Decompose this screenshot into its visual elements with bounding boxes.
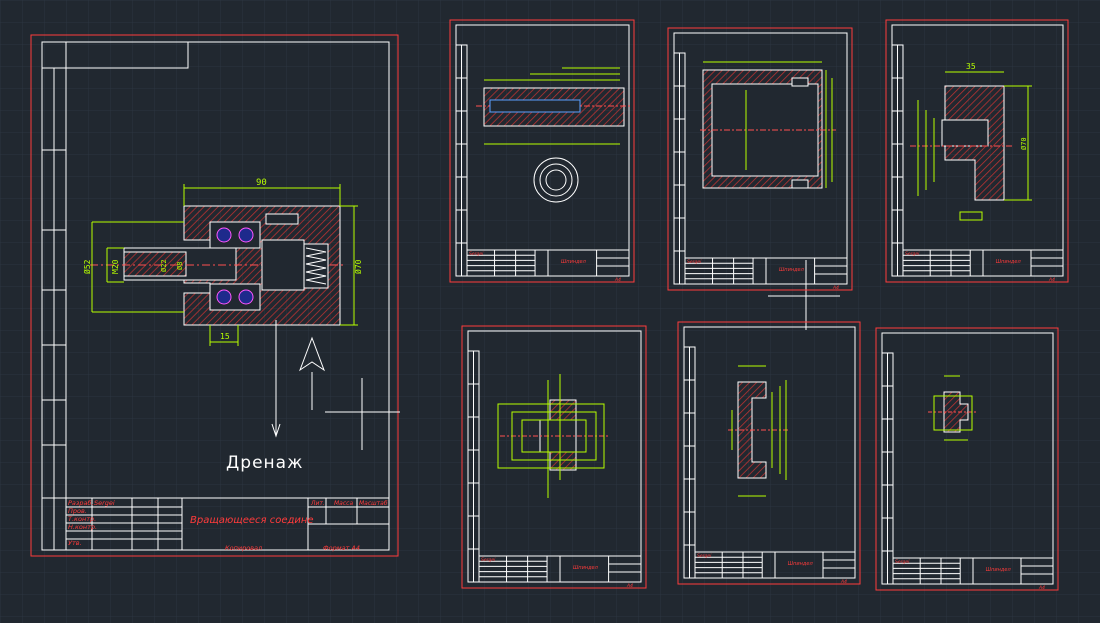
detail-developer: Sergei [687, 259, 702, 265]
spring [303, 243, 329, 289]
cad-viewport[interactable]: Разраб. Пров. Т.контр. Н.контр. Утв. Ser… [0, 0, 1100, 623]
detail-format: А4 [840, 579, 847, 585]
role-label: Разраб. [68, 499, 94, 507]
detail-developer: Sergei [469, 251, 484, 257]
column-head: Лит. [310, 500, 325, 507]
detail-title: Шпиндел [573, 565, 599, 571]
detail-title: Шпиндел [779, 267, 805, 273]
detail-format: А4 [614, 277, 621, 283]
drain-label: Дренаж [226, 453, 303, 473]
detail-title: Шпиндел [788, 561, 814, 567]
detail-developer: Sergei [895, 559, 910, 565]
detail-title: Шпиндел [986, 567, 1012, 573]
drawing-designation: Вращающееся соедине [190, 515, 314, 526]
dim-m20: M20 [111, 259, 120, 274]
role-label: Н.контр. [68, 523, 97, 531]
detail-developer: Sergei [481, 557, 496, 563]
detail-developer: Sergei [697, 553, 712, 559]
column-head: Масса [334, 500, 353, 507]
dim-w15: 15 [220, 332, 230, 341]
detail-housing [700, 61, 836, 189]
dim-d8: Ø8 [176, 262, 184, 270]
role-label: Пров. [68, 507, 87, 515]
format-label: Формат А4 [323, 544, 360, 552]
column-head: Масштаб [359, 500, 388, 507]
detail-title: Шпиндел [996, 259, 1022, 265]
dim-d52: Ø52 [82, 259, 92, 274]
detail-title: Шпиндел [561, 259, 587, 265]
bearing-bottom [209, 283, 261, 311]
dim-35: 35 [966, 62, 976, 71]
developer-name: Sergei [94, 499, 115, 507]
dim-d70-detail: Ø70 [1020, 137, 1028, 150]
bearing-top [209, 221, 261, 249]
detail-format: А4 [626, 583, 633, 589]
role-label: Т.контр. [68, 515, 96, 523]
detail-format: А4 [1048, 277, 1055, 283]
detail-format: А4 [832, 285, 839, 291]
detail-developer: Sergei [905, 251, 920, 257]
dim-d70: Ø70 [353, 259, 363, 274]
dim-length: 90 [256, 178, 267, 188]
detail-format: А4 [1038, 585, 1045, 591]
role-label: Утв. [68, 539, 82, 547]
copied-label: Копировал [225, 544, 262, 552]
dim-d22: Ø22 [160, 259, 168, 272]
